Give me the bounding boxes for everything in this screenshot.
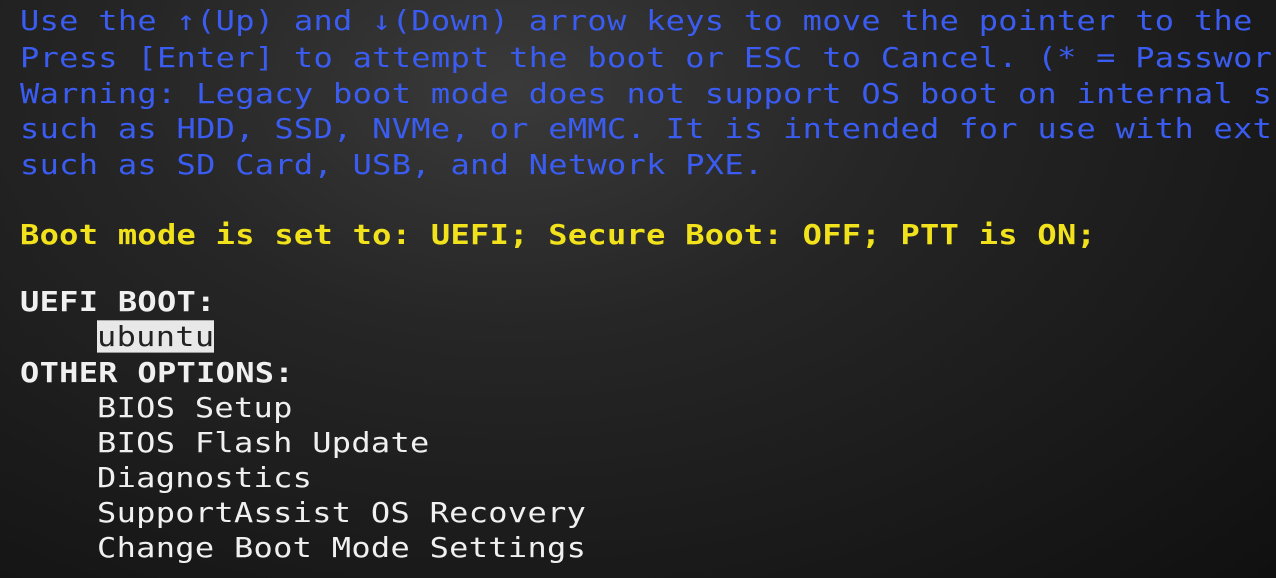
option-diagnostics[interactable]: Diagnostics [97, 463, 312, 493]
option-change-boot-mode-settings[interactable]: Change Boot Mode Settings [97, 533, 586, 563]
warning-line: Warning: Legacy boot mode does not suppo… [20, 77, 1273, 110]
boot-mode-status: Boot mode is set to: UEFI; Secure Boot: … [20, 218, 1097, 251]
instruction-line: Use the ↑(Up) and ↓(Down) arrow keys to … [20, 4, 1253, 37]
warning-line: such as HDD, SSD, NVMe, or eMMC. It is i… [20, 112, 1273, 145]
option-bios-flash-update[interactable]: BIOS Flash Update [97, 428, 430, 458]
boot-option-ubuntu[interactable]: ubuntu [97, 320, 215, 353]
other-options-heading: OTHER OPTIONS: [20, 356, 294, 389]
warning-line: such as SD Card, USB, and Network PXE. [20, 148, 764, 181]
uefi-boot-heading: UEFI BOOT: [20, 285, 216, 318]
selected-boot-option[interactable]: ubuntu [97, 320, 215, 353]
instruction-line: Press [Enter] to attempt the boot or ESC… [20, 41, 1273, 74]
option-bios-setup[interactable]: BIOS Setup [97, 393, 293, 423]
option-supportassist-os-recovery[interactable]: SupportAssist OS Recovery [97, 498, 586, 528]
